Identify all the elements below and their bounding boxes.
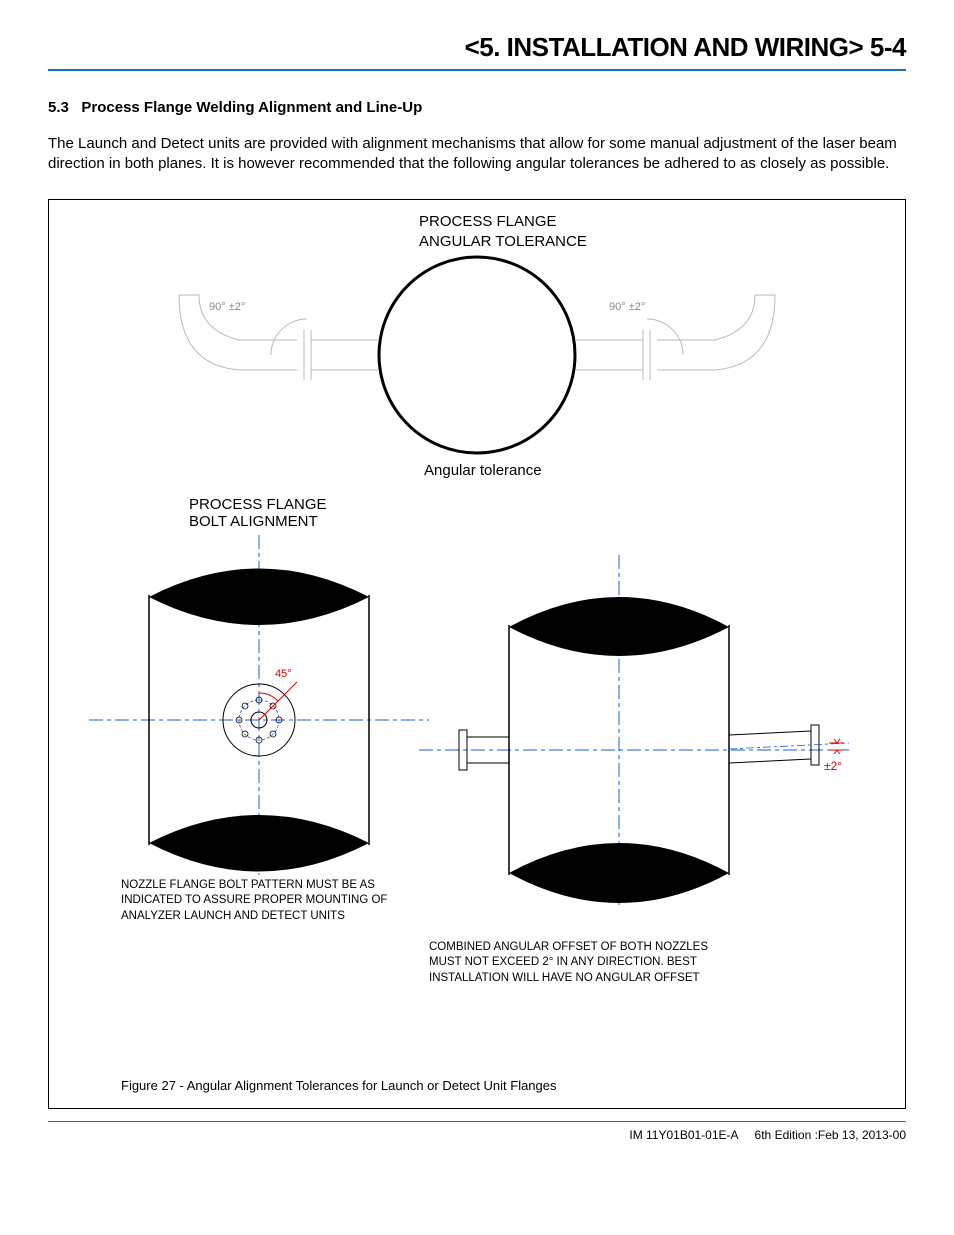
angle-left-label: 90° ±2° xyxy=(209,301,245,313)
top-diagram: PROCESS FLANGE ANGULAR TOLERANCE 90° ±2° xyxy=(49,200,905,490)
note-right-l3: INSTALLATION WILL HAVE NO ANGULAR OFFSET xyxy=(429,971,749,987)
note-left-l3: ANALYZER LAUNCH AND DETECT UNITS xyxy=(121,909,421,925)
note-right-l2: MUST NOT EXCEED 2° IN ANY DIRECTION. BES… xyxy=(429,955,749,971)
section-title: Process Flange Welding Alignment and Lin… xyxy=(81,99,422,116)
top-title-2: ANGULAR TOLERANCE xyxy=(419,233,587,250)
angular-tolerance-label: Angular tolerance xyxy=(424,462,542,479)
mid-title-2: BOLT ALIGNMENT xyxy=(189,513,327,530)
bolt-angle-label: 45° xyxy=(275,668,292,680)
page-header: <5. INSTALLATION AND WIRING> 5-4 xyxy=(48,32,906,71)
note-left: NOZZLE FLANGE BOLT PATTERN MUST BE AS IN… xyxy=(121,878,421,925)
right-nozzle xyxy=(575,295,775,380)
pipe-cross-section xyxy=(379,257,575,453)
note-right-l1: COMBINED ANGULAR OFFSET OF BOTH NOZZLES xyxy=(429,940,749,956)
top-title-1: PROCESS FLANGE xyxy=(419,213,557,230)
note-left-l1: NOZZLE FLANGE BOLT PATTERN MUST BE AS xyxy=(121,878,421,894)
body-paragraph: The Launch and Detect units are provided… xyxy=(48,134,906,175)
section-heading: 5.3 Process Flange Welding Alignment and… xyxy=(48,99,906,116)
footer-edition: 6th Edition :Feb 13, 2013-00 xyxy=(755,1128,906,1142)
bottom-cap xyxy=(149,815,369,872)
top-cap xyxy=(149,568,369,625)
offset-label: ±2° xyxy=(824,759,842,773)
top-cap-r xyxy=(509,597,729,656)
right-side-nozzle xyxy=(729,725,819,765)
offset-dimension xyxy=(829,739,844,754)
bottom-cap-r xyxy=(509,843,729,903)
figure-caption: Figure 27 - Angular Alignment Tolerances… xyxy=(121,1078,557,1093)
section-number: 5.3 xyxy=(48,99,69,116)
header-title: <5. INSTALLATION AND WIRING> 5-4 xyxy=(465,32,906,62)
left-vessel-diagram: 45° xyxy=(89,535,429,875)
offset-centerline xyxy=(729,743,849,749)
figure-box: PROCESS FLANGE ANGULAR TOLERANCE 90° ±2° xyxy=(48,199,906,1109)
mid-title-1: PROCESS FLANGE xyxy=(189,496,327,513)
footer-doc-id: IM 11Y01B01-01E-A xyxy=(629,1128,738,1142)
page-footer: IM 11Y01B01-01E-A 6th Edition :Feb 13, 2… xyxy=(48,1121,906,1142)
note-left-l2: INDICATED TO ASSURE PROPER MOUNTING OF xyxy=(121,893,421,909)
angle-right-label: 90° ±2° xyxy=(609,301,645,313)
note-right: COMBINED ANGULAR OFFSET OF BOTH NOZZLES … xyxy=(429,940,749,987)
right-vessel-diagram: ±2° xyxy=(419,555,849,905)
mid-title-block: PROCESS FLANGE BOLT ALIGNMENT xyxy=(189,496,327,530)
